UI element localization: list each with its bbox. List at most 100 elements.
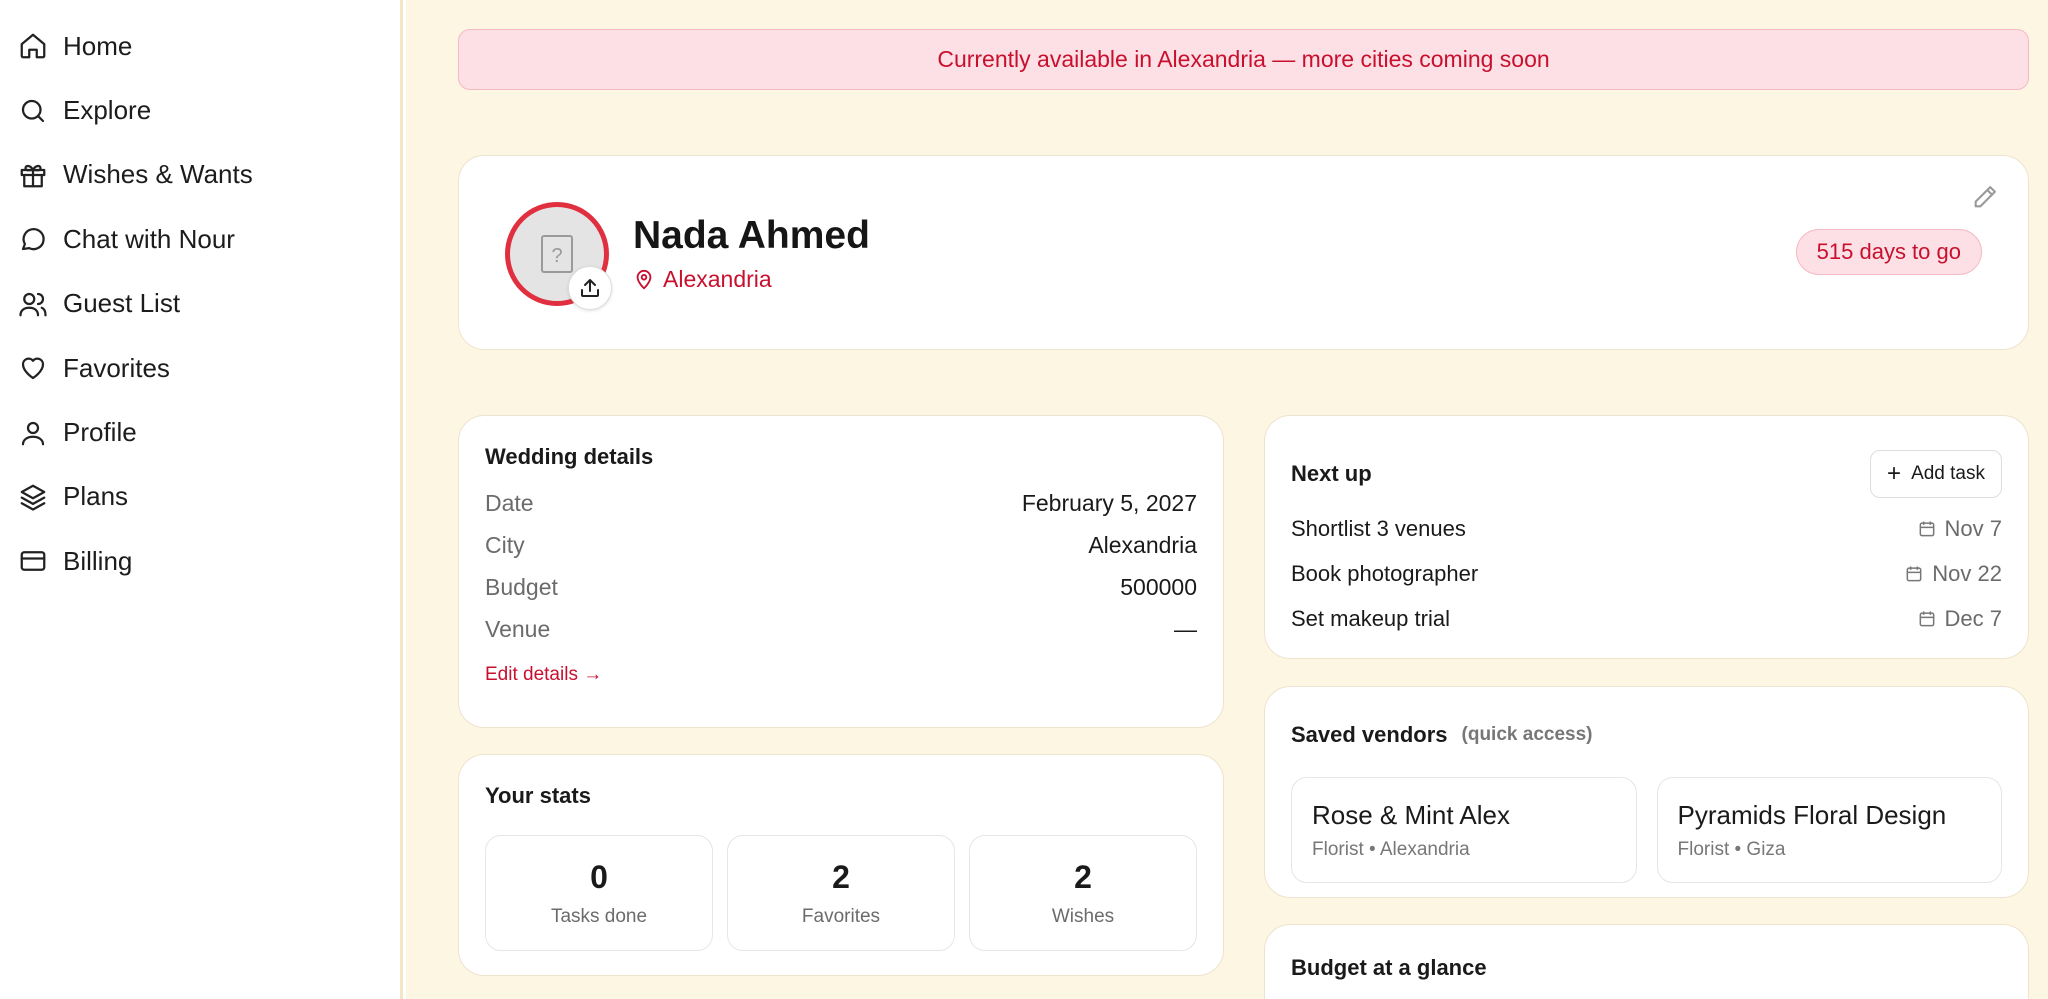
countdown-badge: 515 days to go [1795,229,1982,275]
detail-row-budget: Budget 500000 [485,566,1197,608]
vendor-meta: Florist • Giza [1677,839,1786,860]
users-icon [17,288,49,320]
sidebar-item-wishes[interactable]: Wishes & Wants [0,143,400,207]
task-due: Nov 7 [1917,516,2002,542]
availability-banner: Currently available in Alexandria — more… [458,29,2029,90]
calendar-icon [1906,566,1922,581]
vendor-list: Rose & Mint Alex Florist • Alexandria Py… [1291,777,2002,883]
sidebar-item-favorites[interactable]: Favorites [0,336,400,400]
sidebar-item-label: Plans [63,481,129,512]
main-content: Currently available in Alexandria — more… [406,0,2048,999]
stats-title: Your stats [485,783,591,808]
pencil-icon [1974,186,1996,208]
svg-text:?: ? [551,245,562,267]
sidebar-item-guest-list[interactable]: Guest List [0,272,400,336]
task-due: Nov 22 [1904,561,2002,587]
sidebar-item-label: Favorites [63,352,170,383]
upload-photo-button[interactable] [568,266,612,310]
sidebar-item-label: Chat with Nour [63,223,235,254]
task-name: Book photographer [1291,560,1479,586]
add-task-button[interactable]: + Add task [1870,450,2002,498]
detail-key: City [485,531,525,558]
saved-vendors-title: Saved vendors [1291,722,1448,747]
task-item[interactable]: Book photographer Nov 22 [1291,551,2002,596]
sidebar-item-billing[interactable]: Billing [0,529,400,593]
vendor-card[interactable]: Pyramids Floral Design Florist • Giza [1656,777,2002,883]
detail-value: February 5, 2027 [1021,489,1197,516]
detail-row-city: City Alexandria [485,524,1197,566]
stat-tasks-done: 0 Tasks done [485,835,713,951]
map-pin-icon [636,269,652,290]
sidebar-item-label: Profile [63,417,137,448]
stat-label: Favorites [801,905,881,927]
upload-icon [581,279,599,297]
user-icon [17,417,49,449]
wedding-details-title: Wedding details [485,444,654,469]
sidebar-item-label: Guest List [63,288,181,319]
detail-key: Venue [485,615,551,642]
stat-label: Wishes [1051,905,1115,927]
stat-label: Tasks done [550,905,648,927]
vendor-name: Rose & Mint Alex [1312,800,1510,830]
stats-row: 0 Tasks done 2 Favorites 2 Wishes [485,835,1197,951]
task-due-date: Nov 7 [1944,515,2002,541]
next-up-title: Next up [1291,461,1372,486]
plus-icon: + [1887,460,1902,487]
calendar-icon [1919,521,1934,536]
search-icon [17,95,49,127]
vendor-card[interactable]: Rose & Mint Alex Florist • Alexandria [1291,777,1637,883]
saved-vendors-header: Saved vendors (quick access) [1291,687,2002,777]
stats-card: Your stats 0 Tasks done 2 Favorites 2 Wi… [458,754,1224,976]
sidebar-item-home[interactable]: Home [0,14,400,78]
sidebar-item-label: Wishes & Wants [63,159,253,190]
profile-location: Alexandria [633,266,772,293]
sidebar: Home Explore Wishes & Wants Chat with No… [0,0,403,999]
sidebar-item-label: Explore [63,95,152,126]
credit-card-icon [17,545,49,577]
stat-value: 0 [590,858,608,895]
detail-value: — [1174,615,1197,642]
next-up-card: Next up + Add task Shortlist 3 venues No… [1264,415,2029,659]
heart-icon [17,352,49,384]
edit-profile-button[interactable] [1968,180,2002,214]
chat-bubble-icon [17,223,49,255]
layers-icon [17,481,49,513]
edit-details-link[interactable]: Edit details → [485,664,602,686]
detail-key: Budget [485,573,558,600]
sidebar-item-explore[interactable]: Explore [0,78,400,142]
profile-name: Nada Ahmed [633,214,870,257]
detail-value: 500000 [1120,573,1197,600]
next-up-header: Next up + Add task [1291,416,2002,520]
vendor-meta: Florist • Alexandria [1312,839,1470,860]
detail-value: Alexandria [1088,531,1197,558]
avatar: ? [505,202,612,310]
gift-icon [17,159,49,191]
home-icon [17,30,49,62]
stat-favorites: 2 Favorites [727,835,955,951]
sidebar-item-profile[interactable]: Profile [0,400,400,464]
detail-row-date: Date February 5, 2027 [485,482,1197,524]
task-due-date: Nov 22 [1932,560,2002,586]
calendar-icon [1919,611,1934,626]
detail-row-venue: Venue — [485,608,1197,650]
task-item[interactable]: Set makeup trial Dec 7 [1291,596,2002,641]
task-due: Dec 7 [1917,606,2002,632]
budget-card: Budget at a glance [1264,924,2029,999]
budget-title: Budget at a glance [1291,955,1487,980]
sidebar-item-chat[interactable]: Chat with Nour [0,207,400,271]
add-task-label: Add task [1911,463,1985,484]
task-due-date: Dec 7 [1944,605,2002,631]
task-name: Set makeup trial [1291,605,1450,631]
sidebar-item-plans[interactable]: Plans [0,465,400,529]
image-placeholder-icon: ? [541,235,573,273]
stat-value: 2 [832,858,850,895]
task-item[interactable]: Shortlist 3 venues Nov 7 [1291,506,2002,551]
wedding-details-card: Wedding details Date February 5, 2027 Ci… [458,415,1224,728]
stat-value: 2 [1074,858,1092,895]
stat-wishes: 2 Wishes [969,835,1197,951]
sidebar-item-label: Billing [63,545,133,576]
vendor-name: Pyramids Floral Design [1677,800,1947,830]
task-name: Shortlist 3 venues [1291,515,1466,541]
detail-key: Date [485,489,534,516]
profile-city: Alexandria [663,266,772,292]
